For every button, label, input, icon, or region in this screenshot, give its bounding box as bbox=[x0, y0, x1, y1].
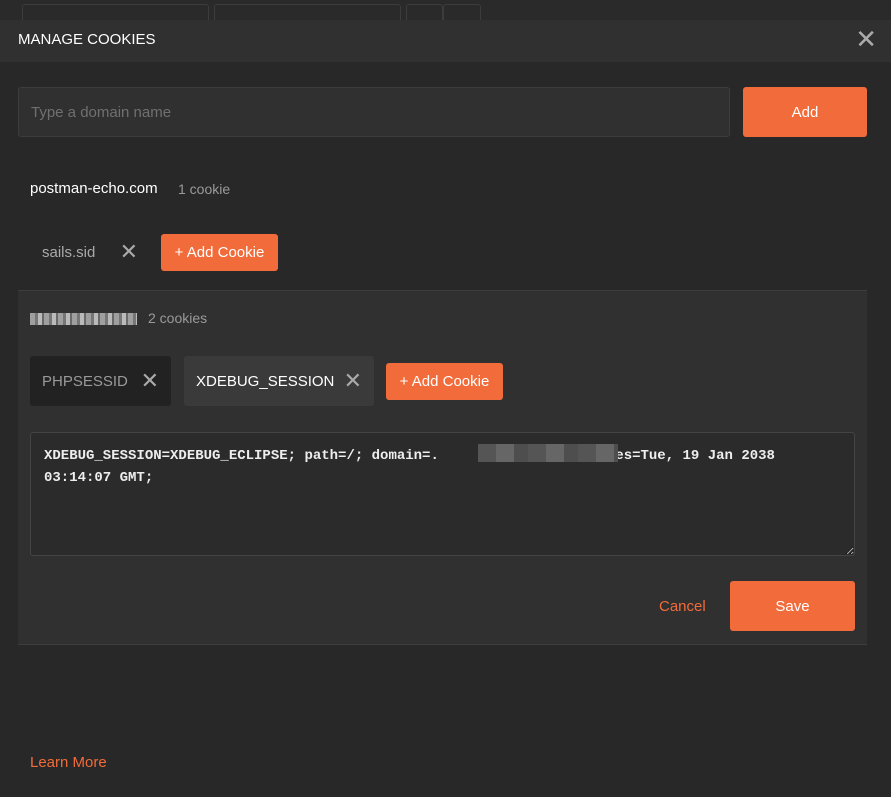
remove-cookie-icon[interactable]: ✕ bbox=[141, 368, 159, 394]
cookie-chip-phpsessid[interactable]: PHPSESSID ✕ bbox=[30, 356, 171, 406]
cookie-chip-xdebug-session[interactable]: XDEBUG_SESSION ✕ bbox=[184, 356, 374, 406]
background-tabs bbox=[0, 0, 891, 22]
add-cookie-button[interactable]: + Add Cookie bbox=[386, 363, 503, 400]
redacted-domain-value bbox=[478, 444, 618, 462]
modal-title: MANAGE COOKIES bbox=[18, 31, 156, 48]
cookie-name: sails.sid bbox=[42, 243, 96, 261]
cookie-name: PHPSESSID bbox=[42, 372, 128, 390]
remove-cookie-icon[interactable]: ✕ bbox=[344, 368, 362, 394]
redacted-domain-name bbox=[30, 313, 137, 325]
remove-cookie-icon[interactable]: ✕ bbox=[120, 239, 138, 265]
add-cookie-button[interactable]: + Add Cookie bbox=[161, 234, 278, 271]
cookie-count: 2 cookies bbox=[148, 310, 208, 326]
cookie-name: XDEBUG_SESSION bbox=[196, 372, 335, 390]
domain-name: postman-echo.com bbox=[30, 180, 158, 197]
close-icon[interactable]: ✕ bbox=[855, 24, 877, 55]
add-domain-button[interactable]: Add bbox=[743, 87, 867, 137]
cookie-count: 1 cookie bbox=[178, 181, 231, 197]
cookie-editor[interactable] bbox=[30, 432, 855, 556]
domain-panel-selected: 2 cookies PHPSESSID ✕ XDEBUG_SESSION ✕ +… bbox=[18, 290, 867, 645]
domain-input[interactable] bbox=[18, 87, 730, 137]
save-button[interactable]: Save bbox=[730, 581, 855, 631]
modal-header: MANAGE COOKIES ✕ bbox=[0, 20, 891, 62]
cookie-chip-sails-sid[interactable]: sails.sid ✕ bbox=[30, 227, 150, 277]
cancel-button[interactable]: Cancel bbox=[659, 598, 706, 615]
learn-more-link[interactable]: Learn More bbox=[30, 754, 107, 771]
